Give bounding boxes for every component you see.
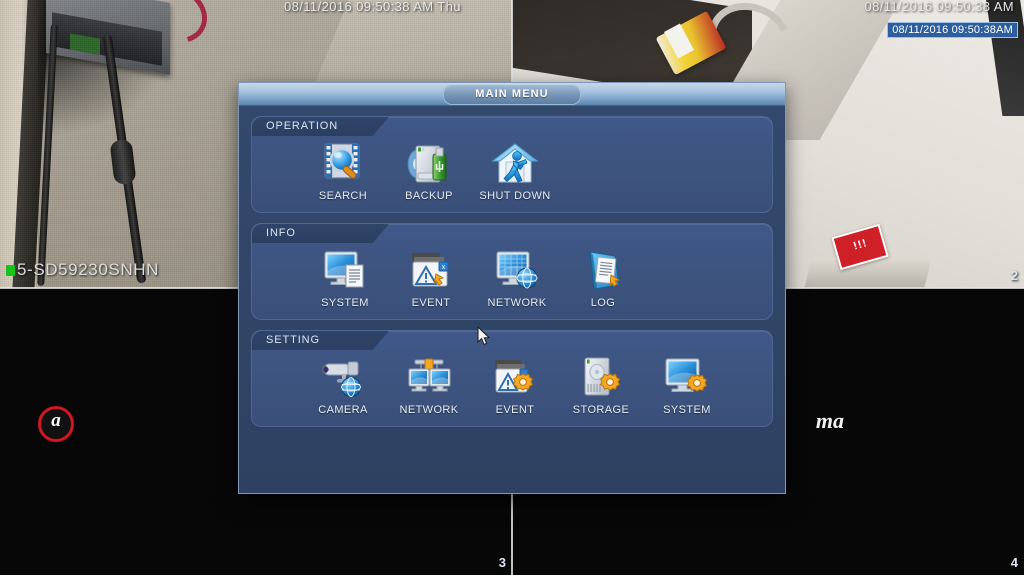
osd-timestamp-pane-1: 08/11/2016 09:50:38 AM Thu	[284, 0, 461, 14]
menu-item-search-label: SEARCH	[318, 190, 368, 202]
osd-timestamp-selected[interactable]: 08/11/2016 09:50:38AM	[887, 22, 1018, 38]
folder-warning-icon: x	[405, 247, 457, 295]
channel-number-pane-2: 2	[1010, 268, 1018, 283]
house-exit-icon	[489, 140, 541, 188]
group-setting: SETTING CAMERA NETWORK EVENT STORAGE SYS…	[251, 330, 773, 427]
main-menu-dialog: MAIN MENU OPERATION SEARCH BACKUP SHUT D…	[238, 82, 786, 494]
menu-item-setting-event-label: EVENT	[495, 404, 535, 416]
dialog-body: OPERATION SEARCH BACKUP SHUT DOWN INFO S…	[239, 106, 785, 447]
menu-item-info-event[interactable]: x EVENT	[388, 247, 474, 309]
menu-item-setting-network-label: NETWORK	[399, 404, 459, 416]
menu-item-info-network[interactable]: NETWORK	[474, 247, 560, 309]
menu-item-setting-system-label: SYSTEM	[663, 404, 711, 416]
dialog-title: MAIN MENU	[443, 85, 581, 105]
monitor-document-icon	[319, 247, 371, 295]
menu-item-info-event-label: EVENT	[411, 297, 451, 309]
folder-warning-gear-icon	[489, 354, 541, 402]
menu-item-backup-label: BACKUP	[405, 190, 453, 202]
menu-item-setting-storage[interactable]: STORAGE	[558, 354, 644, 416]
menu-item-info-log-label: LOG	[590, 297, 616, 309]
camera-name-text: 5-SD59230SNHN	[17, 260, 159, 279]
menu-item-setting-camera[interactable]: CAMERA	[300, 354, 386, 416]
bullet-camera-globe-icon	[317, 354, 369, 402]
channel-number-pane-3: 3	[498, 555, 506, 570]
menu-item-search[interactable]: SEARCH	[300, 140, 386, 202]
svg-text:x: x	[442, 264, 446, 271]
menu-item-info-system-label: SYSTEM	[321, 297, 369, 309]
menu-item-info-system[interactable]: SYSTEM	[302, 247, 388, 309]
group-operation-header: OPERATION	[252, 117, 772, 136]
menu-item-backup[interactable]: BACKUP	[386, 140, 472, 202]
film-magnifier-icon	[317, 140, 369, 188]
group-info: INFO SYSTEM x EVENT NETWORK LOG	[251, 223, 773, 320]
menu-item-setting-event[interactable]: EVENT	[472, 354, 558, 416]
group-setting-header: SETTING	[252, 331, 772, 350]
osd-camera-name-pane-1: 5-SD59230SNHN	[6, 260, 159, 280]
menu-item-setting-system[interactable]: SYSTEM	[644, 354, 730, 416]
group-setting-label: SETTING	[252, 331, 389, 350]
group-info-items: SYSTEM x EVENT NETWORK LOG	[252, 243, 772, 319]
menu-item-setting-storage-label: STORAGE	[572, 404, 630, 416]
harddisk-gear-icon	[575, 354, 627, 402]
scene-ledge	[804, 258, 932, 288]
menu-item-info-log[interactable]: LOG	[560, 247, 646, 309]
monitor-globe-icon	[491, 247, 543, 295]
monitor-gear-icon	[661, 354, 713, 402]
group-operation-label: OPERATION	[252, 117, 389, 136]
channel-number-pane-4: 4	[1010, 555, 1018, 570]
menu-item-info-network-label: NETWORK	[487, 297, 547, 309]
menu-item-setting-network[interactable]: NETWORK	[386, 354, 472, 416]
group-setting-items: CAMERA NETWORK EVENT STORAGE SYSTEM	[252, 350, 772, 426]
mouse-cursor	[477, 325, 491, 346]
group-info-header: INFO	[252, 224, 772, 243]
menu-item-setting-camera-label: CAMERA	[318, 404, 368, 416]
scene-logo-right: ma	[815, 408, 844, 433]
group-operation: OPERATION SEARCH BACKUP SHUT DOWN	[251, 116, 773, 213]
recording-indicator-icon	[6, 265, 15, 276]
scene-logo-left: a	[38, 406, 74, 442]
menu-item-shutdown-label: SHUT DOWN	[479, 190, 551, 202]
osd-timestamp-pane-2: 08/11/2016 09:50:38 AM	[864, 0, 1014, 14]
group-info-label: INFO	[252, 224, 389, 243]
menu-item-shutdown[interactable]: SHUT DOWN	[472, 140, 558, 202]
group-operation-items: SEARCH BACKUP SHUT DOWN	[252, 136, 772, 212]
disk-usb-icon	[403, 140, 455, 188]
dialog-titlebar: MAIN MENU	[239, 83, 785, 106]
dual-monitor-link-icon	[403, 354, 455, 402]
logbook-icon	[577, 247, 629, 295]
